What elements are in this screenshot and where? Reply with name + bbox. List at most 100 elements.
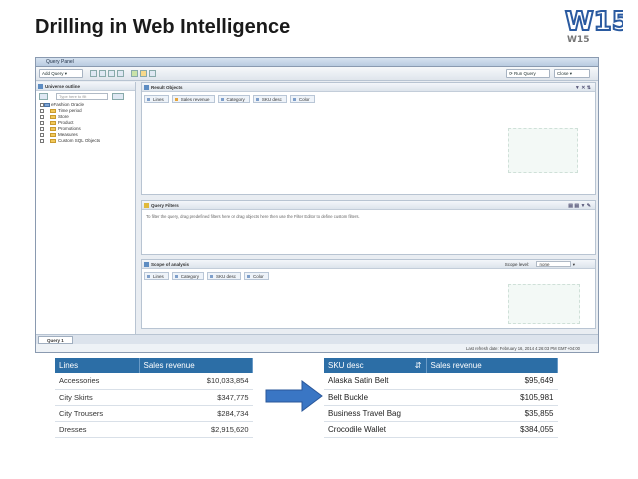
universe-outline-header: Universe outline <box>36 82 135 91</box>
object-type-icon <box>255 98 259 101</box>
result-object-chip[interactable]: SKU desc <box>252 95 287 103</box>
result-objects-tools[interactable]: ▼ ✕ ⇅ <box>575 84 591 93</box>
expand-icon[interactable] <box>40 115 44 119</box>
scope-level-label: Scope level: <box>504 262 530 267</box>
scope-object-chip[interactable]: Color <box>244 272 269 280</box>
scope-object-chip[interactable]: SKU desc <box>207 272 242 280</box>
scope-object-label: Category <box>180 274 200 279</box>
query-filters-title: Query Filters <box>151 203 179 208</box>
column-header-sales-revenue[interactable]: Sales revenue <box>139 358 253 373</box>
table-row[interactable]: Accessories $10,033,854 <box>55 373 253 390</box>
expand-icon[interactable] <box>40 109 44 113</box>
query-filters-hint: To filter the query, drag predefined fil… <box>146 214 360 219</box>
view-sql-icon[interactable] <box>90 70 97 77</box>
object-type-icon <box>147 275 150 278</box>
table-cell-label[interactable]: Business Travel Bag <box>324 405 426 422</box>
result-object-label: SKU desc <box>261 97 282 102</box>
drill-filter-icon[interactable]: ⇵ <box>415 361 422 370</box>
query-filters-header: Query Filters ▤ ▤ ▼ ✎ <box>142 201 595 210</box>
scope-illustration <box>508 284 580 324</box>
scope-objects-list: Lines Category SKU desc Color <box>144 272 269 280</box>
sku-desc-header-label: SKU desc <box>328 361 364 370</box>
table-row[interactable]: City Trousers $284,734 <box>55 405 253 422</box>
table-row[interactable]: City Skirts $347,775 <box>55 389 253 406</box>
query-filters-pane: Query Filters ▤ ▤ ▼ ✎ To filter the quer… <box>141 200 596 255</box>
table-cell-label[interactable]: Belt Buckle <box>324 389 426 406</box>
table-cell-label[interactable]: Accessories <box>55 373 139 390</box>
close-label: Close <box>557 71 569 76</box>
filter-icon <box>144 203 149 208</box>
scope-level: Scope level: none ▾ <box>505 260 575 269</box>
result-object-label: Category <box>226 97 245 102</box>
universe-icon <box>38 84 43 89</box>
table-cell-label[interactable]: Dresses <box>55 421 139 438</box>
object-type-icon <box>174 275 178 278</box>
expand-icon[interactable] <box>40 127 44 131</box>
run-query-button[interactable]: ⟳ Run Query <box>506 69 550 78</box>
scope-object-chip[interactable]: Category <box>171 272 205 280</box>
tree-item-label: Promotions <box>58 126 81 131</box>
table-cell-value: $384,055 <box>426 421 558 438</box>
column-header-sales-revenue-right[interactable]: Sales revenue <box>426 358 558 373</box>
table-row[interactable]: Belt Buckle $105,981 <box>324 389 558 406</box>
help-icon[interactable] <box>149 70 156 77</box>
tab-query-1[interactable]: Query 1 <box>38 336 73 344</box>
universe-tree: eFashion Oracle Time period Store Product Pr… <box>36 102 135 144</box>
expand-icon[interactable] <box>40 139 44 143</box>
w15-logo: W15 W15 <box>563 4 631 46</box>
purge-icon[interactable] <box>140 70 147 77</box>
slide: Drilling in Web Intelligence W15 W15 Que… <box>0 0 638 479</box>
query-panel-title: Query Panel <box>46 59 74 65</box>
universe-outline-pane: Universe outline Type here to filt eFash… <box>36 82 136 334</box>
edit-icon[interactable] <box>131 70 138 77</box>
object-type-icon <box>292 98 296 101</box>
result-object-chip[interactable]: Category <box>217 95 250 103</box>
table-cell-label[interactable]: City Trousers <box>55 405 139 422</box>
table-row[interactable]: Business Travel Bag $35,855 <box>324 405 558 422</box>
table-row[interactable]: Crocodile Wallet $384,055 <box>324 421 558 438</box>
close-button[interactable]: Close ▾ <box>554 69 590 78</box>
result-object-chip[interactable]: Sales revenue <box>171 95 215 103</box>
result-object-chip[interactable]: Lines <box>144 95 169 103</box>
folder-icon <box>50 115 56 119</box>
object-type-icon <box>247 275 251 278</box>
scope-object-label: Lines <box>153 274 164 279</box>
tree-item-label: Store <box>58 114 69 119</box>
data-preview-icon[interactable] <box>108 70 115 77</box>
universe-search-input[interactable]: Type here to filt <box>56 93 108 100</box>
query-panel-toolbar: Add Query ▾ ⟳ Run Query Close ▾ <box>36 67 598 81</box>
expand-icon[interactable] <box>40 121 44 125</box>
expand-icon[interactable] <box>40 133 44 137</box>
tree-item-label: Custom SQL Objects <box>58 138 101 143</box>
query-properties-icon[interactable] <box>99 70 106 77</box>
folder-icon <box>44 103 50 107</box>
column-header-lines[interactable]: Lines <box>55 358 140 373</box>
table-cell-value: $35,855 <box>426 405 558 422</box>
scope-level-select[interactable]: none <box>536 261 572 267</box>
universe-search-row: Type here to filt <box>36 91 135 102</box>
add-query-button[interactable]: Add Query ▾ <box>39 69 83 78</box>
scope-level-dropdown-icon[interactable]: ▾ <box>573 262 575 267</box>
filter-objects-icon[interactable] <box>39 93 48 100</box>
column-header-sku-desc[interactable]: SKU desc ⇵ <box>324 358 427 373</box>
table-cell-value: $95,649 <box>426 373 558 390</box>
display-options-icon[interactable] <box>112 93 124 100</box>
query-filters-tools[interactable]: ▤ ▤ ▼ ✎ <box>568 202 591 211</box>
result-object-chip[interactable]: Color <box>289 95 315 103</box>
folder-icon <box>50 127 56 131</box>
status-bar: Last refresh date: February 16, 2014 4:2… <box>36 344 598 352</box>
table-cell-value: $347,775 <box>139 389 253 406</box>
query-panel: Query Panel Add Query ▾ ⟳ Run Query Clos… <box>35 57 599 353</box>
table-cell-label[interactable]: Alaska Satin Belt <box>324 373 426 390</box>
last-refresh-status: Last refresh date: February 16, 2014 4:2… <box>466 346 580 351</box>
scope-object-chip[interactable]: Lines <box>144 272 169 280</box>
table-row[interactable]: Dresses $2,915,620 <box>55 421 253 438</box>
table-cell-label[interactable]: City Skirts <box>55 389 139 406</box>
layout-icon[interactable] <box>117 70 124 77</box>
result-object-label: Sales revenue <box>180 97 210 102</box>
table-cell-label[interactable]: Crocodile Wallet <box>324 421 426 438</box>
tree-item[interactable]: Custom SQL Objects <box>36 138 135 144</box>
object-type-icon <box>174 98 178 101</box>
table-row[interactable]: Alaska Satin Belt $95,649 <box>324 373 558 390</box>
folder-icon <box>50 133 56 137</box>
